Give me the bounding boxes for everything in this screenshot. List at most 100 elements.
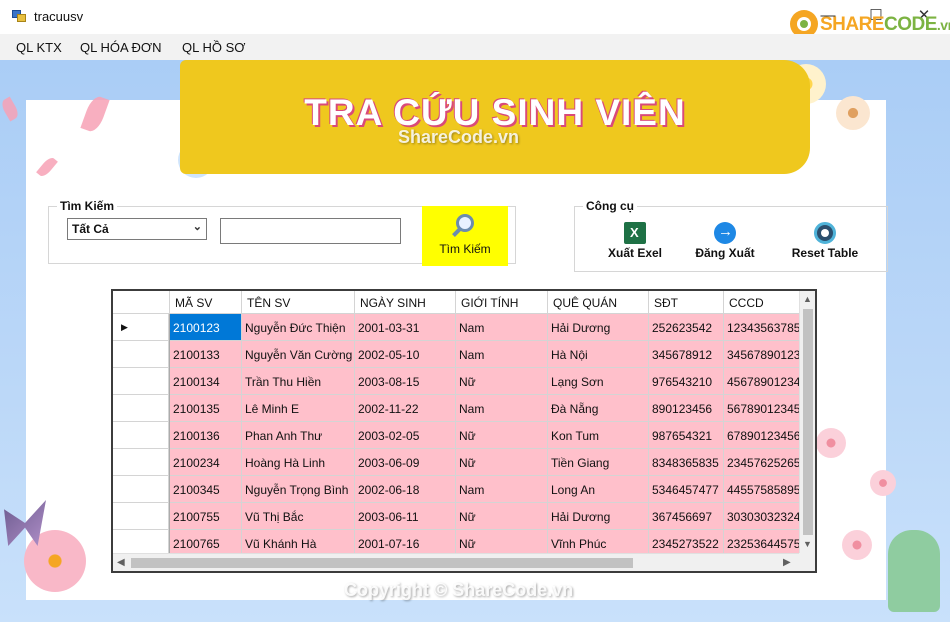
cell-ma-sv[interactable]: 2100234	[170, 449, 242, 476]
row-selector[interactable]	[113, 422, 169, 449]
table-row[interactable]: 2100234 Hoàng Hà Linh 2003-06-09 Nữ Tiền Gia…	[113, 449, 803, 476]
cell-cccd[interactable]: 345678901234	[724, 341, 803, 368]
cell-gioi-tinh[interactable]: Nam	[456, 395, 548, 422]
cell-ngay-sinh[interactable]: 2003-06-09	[355, 449, 456, 476]
horizontal-scroll-thumb[interactable]	[131, 558, 633, 568]
cell-que-quan[interactable]: Đà Nẵng	[548, 395, 649, 422]
cell-que-quan[interactable]: Lạng Sơn	[548, 368, 649, 395]
row-selector[interactable]	[113, 503, 169, 530]
cell-ten-sv[interactable]: Vũ Thị Bắc	[242, 503, 355, 530]
cell-sdt[interactable]: 8348365835	[649, 449, 724, 476]
cell-ma-sv[interactable]: 2100345	[170, 476, 242, 503]
vertical-scroll-thumb[interactable]	[803, 309, 813, 535]
cell-sdt[interactable]: 5346457477	[649, 476, 724, 503]
cell-que-quan[interactable]: Hải Dương	[548, 314, 649, 341]
cell-ngay-sinh[interactable]: 2001-03-31	[355, 314, 456, 341]
cell-gioi-tinh[interactable]: Nữ	[456, 368, 548, 395]
cell-gioi-tinh[interactable]: Nam	[456, 341, 548, 368]
search-input[interactable]	[220, 218, 401, 244]
scroll-right-icon[interactable]: ▶	[783, 557, 791, 568]
scroll-down-icon[interactable]: ▼	[803, 539, 812, 549]
cell-que-quan[interactable]: Tiền Giang	[548, 449, 649, 476]
cell-ngay-sinh[interactable]: 2002-06-18	[355, 476, 456, 503]
logout-button[interactable]: Đăng Xuất	[688, 222, 762, 260]
cell-ten-sv[interactable]: Phan Anh Thư	[242, 422, 355, 449]
cell-ten-sv[interactable]: Nguyễn Trọng Bình	[242, 476, 355, 503]
cell-ten-sv[interactable]: Lê Minh E	[242, 395, 355, 422]
row-selector[interactable]	[113, 368, 169, 395]
table-row[interactable]: 2100135 Lê Minh E 2002-11-22 Nam Đà Nẵng 8901…	[113, 395, 803, 422]
cell-ma-sv[interactable]: 2100755	[170, 503, 242, 530]
scroll-left-icon[interactable]: ◀	[117, 557, 125, 568]
cell-sdt[interactable]: 367456697	[649, 503, 724, 530]
cell-ngay-sinh[interactable]: 2002-05-10	[355, 341, 456, 368]
cell-ma-sv[interactable]: 2100135	[170, 395, 242, 422]
cell-gioi-tinh[interactable]: Nữ	[456, 449, 548, 476]
row-selector[interactable]	[113, 341, 169, 368]
menu-ql-ktx[interactable]: QL KTX	[16, 40, 62, 55]
cell-cccd[interactable]: 234576252652	[724, 449, 803, 476]
cell-cccd[interactable]: 678901234567	[724, 422, 803, 449]
cell-ten-sv[interactable]: Hoàng Hà Linh	[242, 449, 355, 476]
cell-gioi-tinh[interactable]: Nữ	[456, 422, 548, 449]
cell-sdt[interactable]: 976543210	[649, 368, 724, 395]
row-selector[interactable]: ▶	[113, 314, 169, 341]
export-excel-button[interactable]: Xuất Exel	[600, 222, 670, 260]
cell-cccd[interactable]: 445575858956	[724, 476, 803, 503]
cell-ngay-sinh[interactable]: 2003-06-11	[355, 503, 456, 530]
cell-ma-sv[interactable]: 2100136	[170, 422, 242, 449]
cell-sdt[interactable]: 252623542	[649, 314, 724, 341]
student-data-grid[interactable]: MÃ SV TÊN SV NGÀY SINH GIỚI TÍNH QUÊ QUÁ…	[111, 289, 817, 573]
cell-sdt[interactable]: 890123456	[649, 395, 724, 422]
menu-ql-hoa-don[interactable]: QL HÓA ĐƠN	[80, 40, 161, 55]
cell-que-quan[interactable]: Long An	[548, 476, 649, 503]
vertical-scrollbar[interactable]: ▲ ▼	[799, 291, 815, 553]
cell-que-quan[interactable]: Hải Dương	[548, 503, 649, 530]
table-row[interactable]: 2100755 Vũ Thị Bắc 2003-06-11 Nữ Hải Dương 36…	[113, 503, 803, 530]
table-row[interactable]: ▶ 2100123 Nguyễn Đức Thiện 2001-03-31 Nam Hải…	[113, 314, 803, 341]
column-header-gioi-tinh[interactable]: GIỚI TÍNH	[456, 291, 548, 314]
row-selector[interactable]	[113, 449, 169, 476]
cell-ten-sv[interactable]: Nguyễn Đức Thiện	[242, 314, 355, 341]
cell-ma-sv[interactable]: 2100133	[170, 341, 242, 368]
search-filter-select[interactable]: Tất Cả ⌄	[67, 218, 207, 240]
chevron-down-icon[interactable]: ⌄	[193, 220, 202, 233]
table-row[interactable]: 2100134 Trần Thu Hiền 2003-08-15 Nữ Lạng Sơn…	[113, 368, 803, 395]
cell-que-quan[interactable]: Hà Nội	[548, 341, 649, 368]
cell-cccd[interactable]: 123435637856	[724, 314, 803, 341]
column-header-ten-sv[interactable]: TÊN SV	[242, 291, 355, 314]
cell-cccd[interactable]: 567890123456	[724, 395, 803, 422]
row-selector[interactable]	[113, 476, 169, 503]
copyright-watermark: Copyright © ShareCode.vn	[344, 580, 574, 600]
column-header-ngay-sinh[interactable]: NGÀY SINH	[355, 291, 456, 314]
cell-cccd[interactable]: 303030323245	[724, 503, 803, 530]
cell-ngay-sinh[interactable]: 2002-11-22	[355, 395, 456, 422]
search-button[interactable]: Tìm Kiếm	[422, 206, 508, 266]
scrollbar-corner	[799, 553, 815, 571]
cell-sdt[interactable]: 345678912	[649, 341, 724, 368]
column-header-sdt[interactable]: SĐT	[649, 291, 724, 314]
cell-gioi-tinh[interactable]: Nam	[456, 476, 548, 503]
table-row[interactable]: 2100345 Nguyễn Trọng Bình 2002-06-18 Nam Lon…	[113, 476, 803, 503]
cell-ma-sv[interactable]: 2100134	[170, 368, 242, 395]
scroll-up-icon[interactable]: ▲	[803, 294, 812, 304]
table-row[interactable]: 2100136 Phan Anh Thư 2003-02-05 Nữ Kon Tum 98…	[113, 422, 803, 449]
cell-ma-sv[interactable]: 2100123	[170, 314, 242, 341]
cell-gioi-tinh[interactable]: Nam	[456, 314, 548, 341]
row-selector[interactable]	[113, 395, 169, 422]
horizontal-scrollbar[interactable]: ◀ ▶	[113, 553, 799, 571]
column-header-que-quan[interactable]: QUÊ QUÁN	[548, 291, 649, 314]
cell-que-quan[interactable]: Kon Tum	[548, 422, 649, 449]
table-row[interactable]: 2100133 Nguyễn Văn Cường 2002-05-10 Nam Hà N…	[113, 341, 803, 368]
cell-gioi-tinh[interactable]: Nữ	[456, 503, 548, 530]
reset-table-button[interactable]: Reset Table	[780, 222, 870, 260]
cell-ngay-sinh[interactable]: 2003-08-15	[355, 368, 456, 395]
column-header-ma-sv[interactable]: MÃ SV	[170, 291, 242, 314]
cell-ten-sv[interactable]: Trần Thu Hiền	[242, 368, 355, 395]
cell-ten-sv[interactable]: Nguyễn Văn Cường	[242, 341, 355, 368]
column-header-cccd[interactable]: CCCD	[724, 291, 803, 314]
cell-sdt[interactable]: 987654321	[649, 422, 724, 449]
cell-cccd[interactable]: 456789012345	[724, 368, 803, 395]
cell-ngay-sinh[interactable]: 2003-02-05	[355, 422, 456, 449]
menu-ql-ho-so[interactable]: QL HỒ SƠ	[182, 40, 245, 55]
